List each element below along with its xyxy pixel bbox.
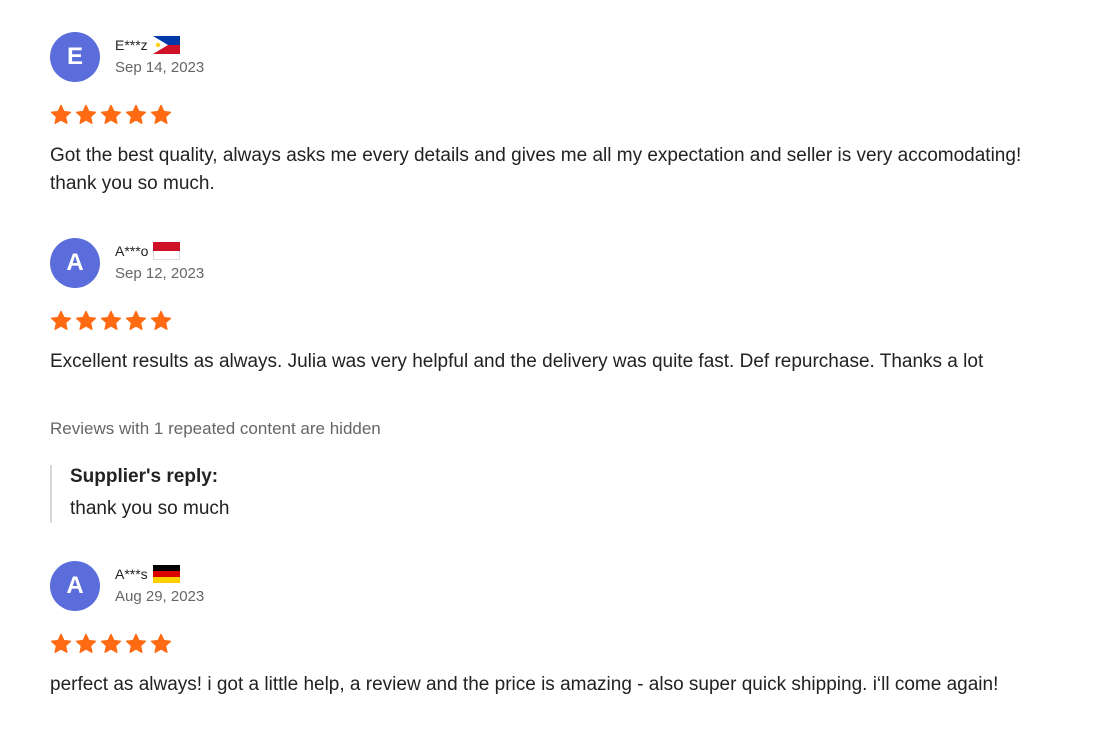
avatar: A bbox=[50, 561, 100, 611]
star-icon bbox=[150, 104, 172, 124]
avatar: A bbox=[50, 238, 100, 288]
star-icon bbox=[50, 633, 72, 653]
review-date: Aug 29, 2023 bbox=[115, 588, 205, 605]
star-icon bbox=[125, 310, 147, 330]
review-date: Sep 14, 2023 bbox=[115, 59, 205, 76]
indonesia-flag-icon bbox=[153, 242, 181, 260]
review-item: A A***s Aug 29, 2023 perfect as always! … bbox=[50, 561, 1060, 731]
reviewer-name: A***o bbox=[115, 243, 149, 259]
star-rating bbox=[50, 310, 172, 332]
star-rating bbox=[50, 633, 172, 655]
reply-title: Supplier's reply: bbox=[70, 466, 219, 487]
avatar: E bbox=[50, 32, 100, 82]
star-icon bbox=[125, 104, 147, 124]
star-icon bbox=[75, 104, 97, 124]
star-icon bbox=[125, 633, 147, 653]
hidden-reviews-note[interactable]: Reviews with 1 repeated content are hidd… bbox=[50, 419, 381, 439]
reviewer-name: A***s bbox=[115, 566, 148, 582]
star-icon bbox=[150, 310, 172, 330]
review-item: A A***o Sep 12, 2023 Excellent results a… bbox=[50, 238, 1060, 528]
star-icon bbox=[100, 104, 122, 124]
reviewer-name: E***z bbox=[115, 37, 148, 53]
reviewer-meta: A***s Aug 29, 2023 bbox=[115, 564, 204, 605]
review-list: E E***z Sep 14, 2023 Got the best qualit… bbox=[0, 0, 1109, 737]
review-date: Sep 12, 2023 bbox=[115, 265, 205, 282]
star-icon bbox=[100, 310, 122, 330]
review-text: Got the best quality, always asks me eve… bbox=[50, 145, 1022, 194]
star-icon bbox=[50, 104, 72, 124]
reply-text: thank you so much bbox=[70, 498, 230, 519]
supplier-reply: Supplier's reply: thank you so much bbox=[50, 465, 229, 523]
star-rating bbox=[50, 104, 172, 126]
review-text: Excellent results as always. Julia was v… bbox=[50, 351, 984, 372]
star-icon bbox=[50, 310, 72, 330]
reviewer-meta: E***z Sep 14, 2023 bbox=[115, 35, 204, 76]
review-text: perfect as always! i got a little help, … bbox=[50, 674, 999, 695]
star-icon bbox=[150, 633, 172, 653]
star-icon bbox=[75, 310, 97, 330]
philippines-flag-icon bbox=[152, 36, 180, 54]
reviewer-meta: A***o Sep 12, 2023 bbox=[115, 241, 204, 282]
star-icon bbox=[100, 633, 122, 653]
germany-flag-icon bbox=[152, 565, 180, 583]
star-icon bbox=[75, 633, 97, 653]
review-item: E E***z Sep 14, 2023 Got the best qualit… bbox=[50, 32, 1060, 202]
